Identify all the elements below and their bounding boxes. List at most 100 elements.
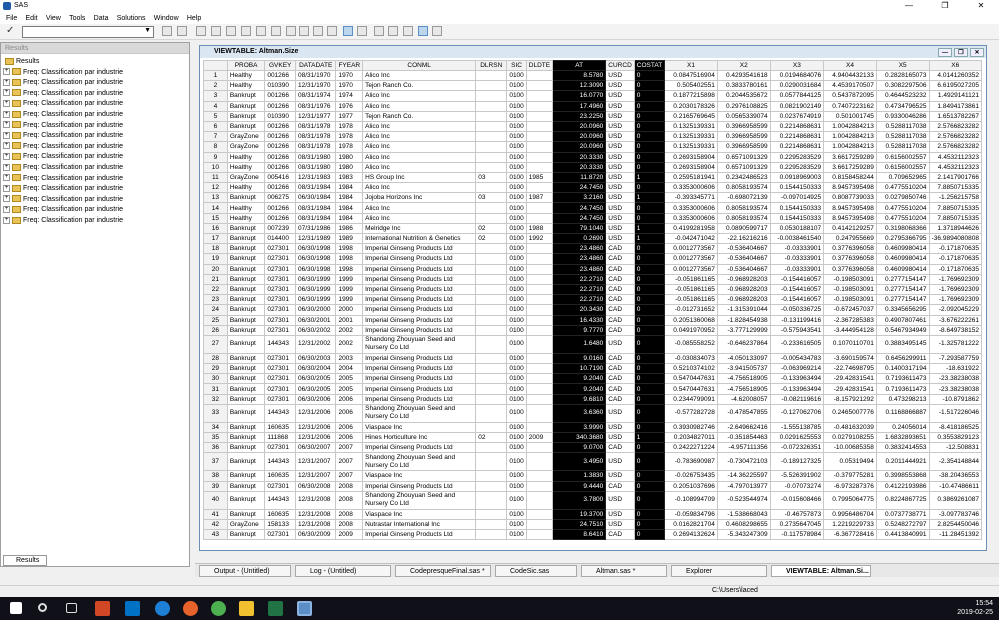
table-cell[interactable]: Imperial Ginseng Products Ltd: [362, 529, 477, 541]
table-cell[interactable]: 0.247955669: [823, 232, 877, 245]
table-cell[interactable]: 0: [633, 383, 666, 395]
table-cell[interactable]: -0.050336725: [769, 304, 825, 316]
row-number[interactable]: 26: [203, 324, 228, 336]
row-number[interactable]: 33: [203, 403, 228, 423]
table-cell[interactable]: 0100: [506, 431, 527, 444]
table-cell[interactable]: -10.8791862: [928, 393, 982, 405]
table-cell[interactable]: 0.2795366795: [875, 232, 930, 245]
table-cell[interactable]: 0.5288117038: [875, 141, 930, 153]
table-cell[interactable]: [525, 294, 554, 306]
table-cell[interactable]: 0100: [506, 294, 527, 306]
table-cell[interactable]: 0.0290031684: [769, 80, 825, 92]
table-cell[interactable]: 1976: [335, 100, 364, 112]
table-cell[interactable]: 06/30/1998: [295, 253, 337, 265]
table-cell[interactable]: USD: [605, 508, 635, 520]
table-row[interactable]: 26 Bankrupt 027301 06/30/2002 2002 Imperial G…: [203, 324, 982, 336]
table-cell[interactable]: 24.7450: [552, 182, 607, 194]
table-row[interactable]: 29 Bankrupt 027301 06/30/2004 2004 Imperial G…: [203, 363, 982, 375]
table-cell[interactable]: 24.7510: [552, 518, 607, 531]
table-cell[interactable]: Imperial Ginseng Products Ltd: [362, 383, 477, 395]
window-tab[interactable]: Log - (Untitled): [295, 565, 391, 577]
table-cell[interactable]: 1987: [525, 192, 554, 204]
table-cell[interactable]: 0.0291625553: [769, 431, 825, 444]
expand-icon[interactable]: +: [3, 184, 10, 192]
table-cell[interactable]: [475, 304, 508, 316]
table-cell[interactable]: -11.28451392: [928, 529, 982, 541]
table-cell[interactable]: -0.005434783: [769, 352, 825, 365]
table-cell[interactable]: [525, 442, 554, 454]
row-number[interactable]: 13: [203, 192, 228, 204]
table-cell[interactable]: -3.676222261: [928, 314, 982, 326]
table-cell[interactable]: 0: [633, 100, 666, 112]
table-cell[interactable]: 1974: [335, 90, 364, 102]
row-number[interactable]: 16: [203, 222, 228, 235]
table-cell[interactable]: 08/31/1984: [295, 182, 337, 194]
table-cell[interactable]: 7.8850715335: [928, 202, 982, 214]
table-cell[interactable]: 0: [633, 373, 666, 385]
table-cell[interactable]: -3.690159574: [823, 352, 877, 365]
table-cell[interactable]: 19.3700: [552, 508, 607, 520]
table-cell[interactable]: 0.3869261087: [928, 490, 982, 510]
table-cell[interactable]: 0.4199281958: [664, 222, 718, 235]
delete-icon[interactable]: [299, 26, 309, 36]
column-header[interactable]: FYEAR: [335, 60, 364, 71]
table-cell[interactable]: Imperial Ginseng Products Ltd: [362, 283, 477, 296]
table-cell[interactable]: 0100: [506, 263, 527, 275]
table-cell[interactable]: [525, 263, 554, 275]
column-header[interactable]: SIC: [506, 60, 527, 71]
table-cell[interactable]: Bankrupt: [226, 120, 266, 133]
expand-icon[interactable]: +: [3, 205, 10, 213]
table-cell[interactable]: 0.9956486704: [823, 508, 877, 520]
table-cell[interactable]: [475, 324, 508, 336]
table-cell[interactable]: -0.03333901: [769, 263, 825, 275]
column-header[interactable]: CONML: [362, 60, 477, 71]
table-cell[interactable]: -5.343247309: [716, 529, 771, 541]
table-cell[interactable]: 0100: [506, 403, 527, 423]
results-item[interactable]: + Freq: Classification par industrie: [3, 163, 123, 174]
table-cell[interactable]: USD: [605, 69, 635, 82]
restore-icon[interactable]: ❐: [954, 48, 968, 57]
table-cell[interactable]: 027301: [264, 529, 297, 541]
table-cell[interactable]: Bankrupt: [226, 363, 266, 375]
table-cell[interactable]: -0.575943541: [769, 324, 825, 336]
table-cell[interactable]: [475, 480, 508, 492]
table-cell[interactable]: [525, 161, 554, 173]
row-number[interactable]: 17: [203, 232, 228, 245]
results-item[interactable]: + Freq: Classification par industrie: [3, 174, 123, 185]
table-cell[interactable]: [475, 383, 508, 395]
table-cell[interactable]: 0.1544150333: [769, 212, 825, 224]
table-cell[interactable]: 2007: [335, 442, 364, 454]
table-cell[interactable]: 0.3883495145: [875, 334, 930, 354]
table-cell[interactable]: 17.4960: [552, 100, 607, 112]
table-cell[interactable]: -2.354148844: [928, 452, 982, 472]
table-cell[interactable]: 0.4413840991: [875, 529, 930, 541]
table-cell[interactable]: 0: [633, 470, 666, 482]
table-cell[interactable]: [475, 120, 508, 133]
table-cell[interactable]: 12/31/1989: [295, 232, 337, 245]
table-cell[interactable]: CAD: [605, 263, 635, 275]
table-cell[interactable]: -36.9894080808: [928, 232, 982, 245]
table-cell[interactable]: Bankrupt: [226, 283, 266, 296]
new-icon[interactable]: [162, 26, 172, 36]
table-cell[interactable]: CAD: [605, 480, 635, 492]
table-cell[interactable]: Bankrupt: [226, 90, 266, 102]
table-view-icon[interactable]: [343, 26, 353, 36]
table-cell[interactable]: 144343: [264, 452, 297, 472]
table-cell[interactable]: [525, 452, 554, 472]
table-cell[interactable]: 0100: [506, 421, 527, 434]
expand-icon[interactable]: +: [3, 121, 10, 129]
table-cell[interactable]: 02: [475, 222, 508, 235]
table-cell[interactable]: 0.4775510204: [875, 202, 930, 214]
window-tab[interactable]: VIEWTABLE: Altman.Si...: [771, 565, 871, 577]
sort-asc-icon[interactable]: [313, 26, 323, 36]
sas-taskbar-icon[interactable]: [297, 601, 312, 616]
table-cell[interactable]: 2009: [335, 529, 364, 541]
table-row[interactable]: 5 Bankrupt 010390 12/31/1977 1977 Tejon Ranch…: [203, 110, 982, 122]
table-cell[interactable]: 0.1544150333: [769, 182, 825, 194]
table-cell[interactable]: USD: [605, 90, 635, 102]
table-cell[interactable]: -0.108994709: [664, 490, 718, 510]
table-cell[interactable]: 001266: [264, 161, 297, 173]
table-cell[interactable]: 9.2040: [552, 373, 607, 385]
table-cell[interactable]: 0.5248272797: [875, 518, 930, 531]
table-cell[interactable]: 0.4609980414: [875, 263, 930, 275]
